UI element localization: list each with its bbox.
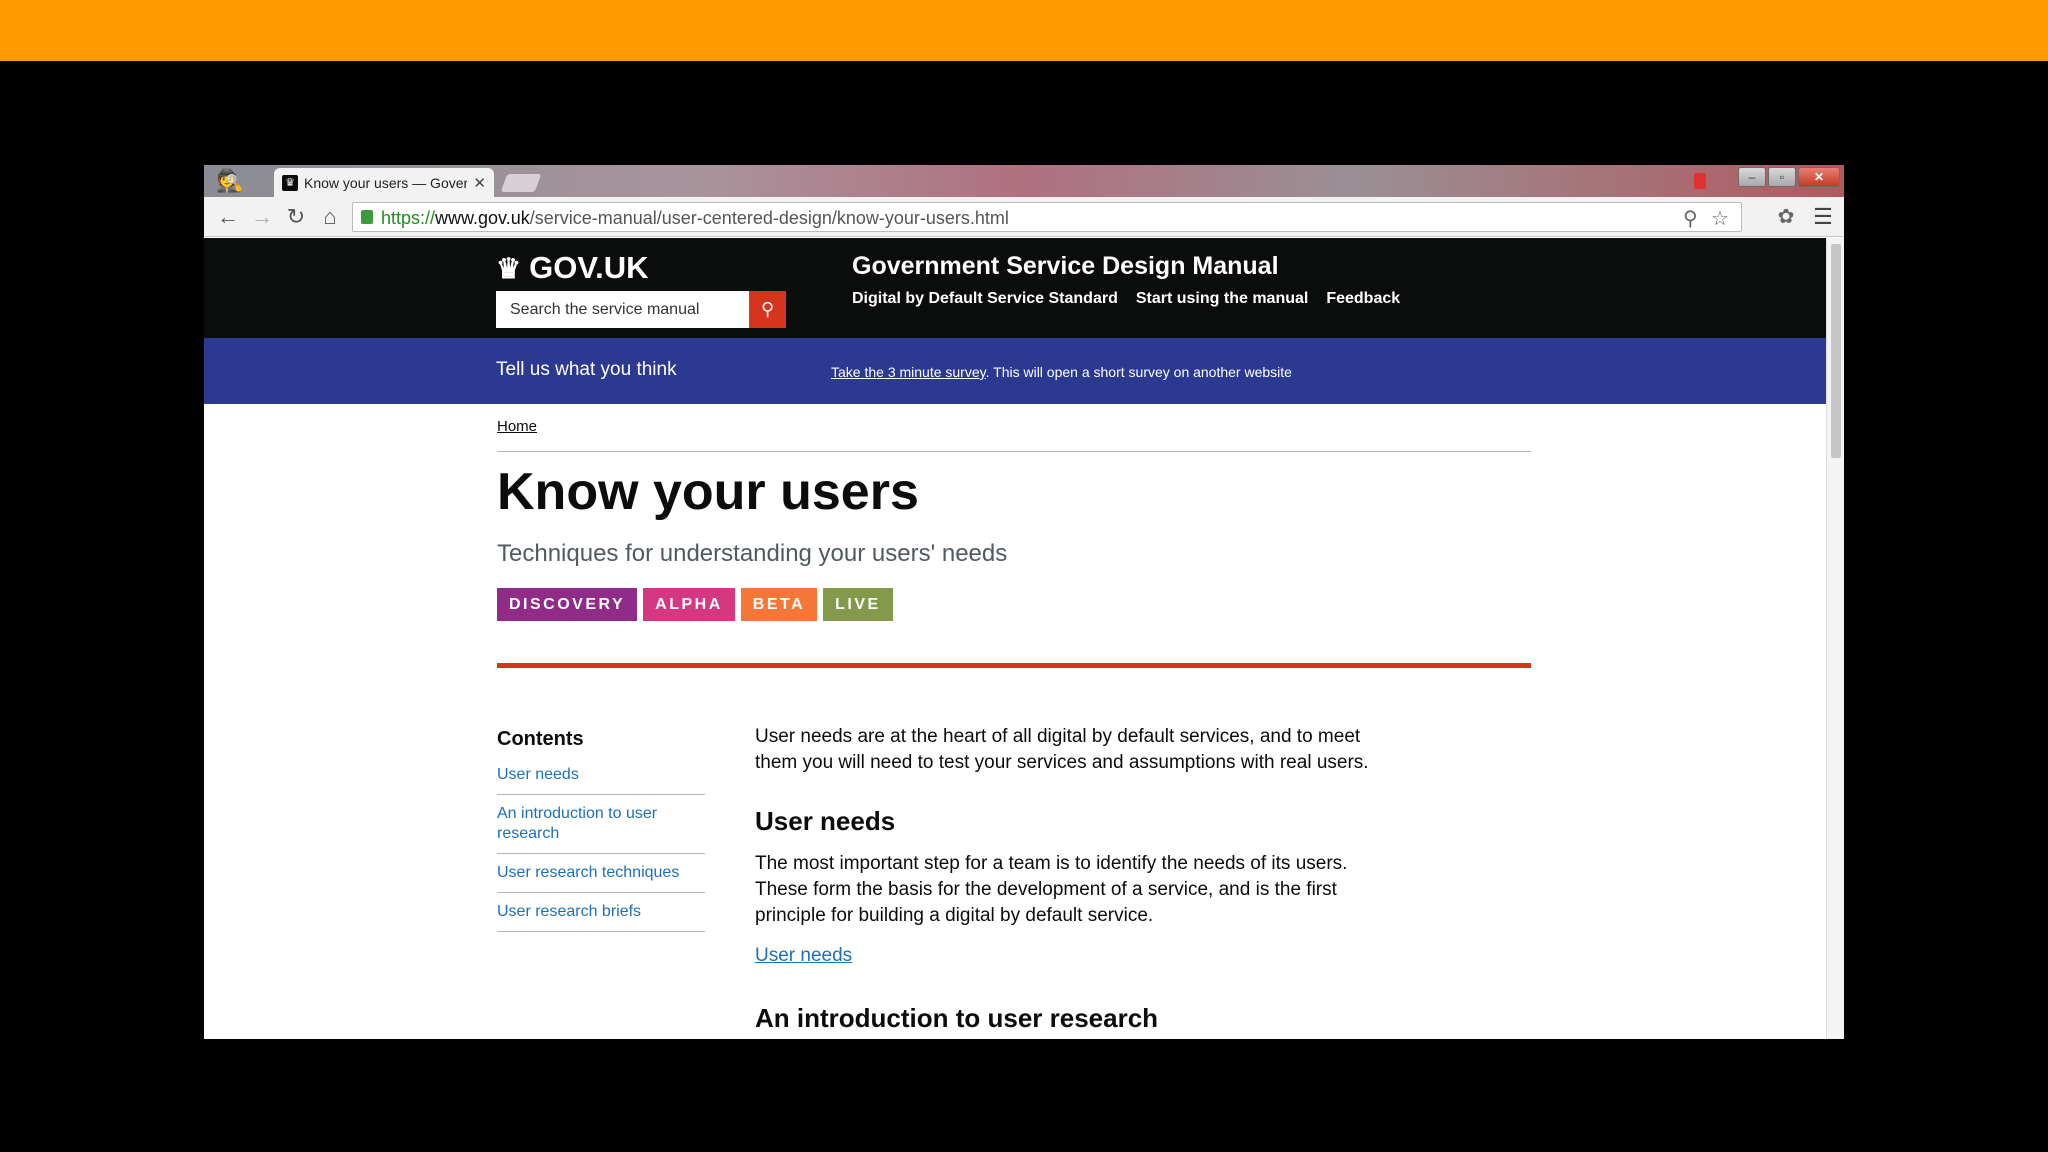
toc-item-research-briefs[interactable]: User research briefs (497, 902, 705, 932)
user-needs-heading: User needs (755, 806, 896, 836)
new-tab-button[interactable] (500, 174, 542, 192)
contents-nav: Contents User needs An introduction to u… (497, 728, 705, 941)
phase-tag-live[interactable]: LIVE (823, 588, 893, 621)
scrollbar-thumb[interactable] (1831, 244, 1841, 458)
phase-tag-beta[interactable]: BETA (740, 588, 818, 621)
header-nav: Digital by Default Service Standard Star… (852, 290, 1400, 308)
nav-link-feedback[interactable]: Feedback (1326, 290, 1400, 308)
section-divider (497, 663, 1531, 668)
main-article: User needs are at the heart of all digit… (755, 724, 1375, 1039)
toc-item-research-techniques[interactable]: User research techniques (497, 863, 705, 893)
magnifier-icon[interactable]: ⚲ (1683, 206, 1698, 231)
page-subtitle: Techniques for understanding your users'… (497, 540, 1008, 567)
breadcrumb-home[interactable]: Home (497, 418, 537, 435)
phase-tag-discovery[interactable]: DISCOVERY (497, 588, 638, 621)
nav-link-service-standard[interactable]: Digital by Default Service Standard (852, 290, 1118, 308)
toc-item-intro-research[interactable]: An introduction to user research (497, 804, 705, 854)
search-input[interactable] (496, 291, 750, 328)
back-arrow-icon[interactable]: ← (214, 203, 242, 231)
survey-text: Take the 3 minute survey. This will open… (831, 364, 1292, 380)
forward-arrow-icon[interactable]: → (248, 203, 276, 231)
lock-icon (361, 210, 373, 224)
page-title: Know your users (497, 463, 919, 521)
search-button[interactable]: ⚲ (749, 291, 786, 328)
top-banner (0, 0, 2048, 61)
tab-close-icon[interactable]: ✕ (473, 174, 486, 192)
minimize-button[interactable]: – (1738, 167, 1766, 187)
phase-tag-alpha[interactable]: ALPHA (643, 588, 735, 621)
user-needs-paragraph: The most important step for a team is to… (755, 853, 1348, 926)
browser-toolbar: ← → ↻ ⌂ https://www.gov.uk/service-manua… (204, 197, 1844, 237)
extension-icon[interactable] (1694, 173, 1706, 189)
close-window-button[interactable]: ✕ (1798, 167, 1840, 187)
nav-link-start-using[interactable]: Start using the manual (1136, 290, 1308, 308)
tab-title: Know your users — Government Service Des… (304, 174, 468, 191)
survey-banner: Tell us what you think Take the 3 minute… (204, 338, 1826, 404)
intro-paragraph: User needs are at the heart of all digit… (755, 726, 1369, 773)
incognito-icon: 🕵 (216, 168, 244, 193)
manual-title[interactable]: Government Service Design Manual (852, 252, 1279, 281)
breadcrumb-divider (497, 451, 1531, 452)
search-icon: ⚲ (760, 299, 775, 319)
govuk-header: ♛ GOV.UK ⚲ Government Service Design Man… (204, 238, 1826, 338)
tab-strip: 🕵 ♛ Know your users — Government Service… (204, 165, 1844, 197)
survey-link[interactable]: Take the 3 minute survey (831, 364, 986, 380)
url-text[interactable]: https://www.gov.uk/service-manual/user-c… (381, 208, 1009, 229)
search-form: ⚲ (496, 291, 786, 328)
survey-title: Tell us what you think (496, 359, 677, 380)
contents-heading: Contents (497, 728, 584, 750)
browser-window: 🕵 ♛ Know your users — Government Service… (204, 165, 1844, 1039)
extension-puzzle-icon[interactable]: ✿ (1772, 203, 1800, 231)
reload-icon[interactable]: ↻ (282, 203, 310, 231)
star-icon[interactable]: ☆ (1711, 206, 1729, 231)
home-icon[interactable]: ⌂ (316, 203, 344, 231)
browser-tab[interactable]: ♛ Know your users — Government Service D… (274, 168, 494, 197)
toc-item-user-needs[interactable]: User needs (497, 765, 705, 795)
address-bar[interactable]: https://www.gov.uk/service-manual/user-c… (352, 202, 1742, 232)
hamburger-menu-icon[interactable]: ☰ (1810, 203, 1836, 231)
page-scrollbar[interactable] (1826, 238, 1844, 1039)
user-needs-link[interactable]: User needs (755, 945, 852, 967)
maximize-button[interactable]: ▫ (1768, 167, 1796, 187)
phase-tags: DISCOVERY ALPHA BETA LIVE (497, 588, 893, 621)
crown-favicon-icon: ♛ (282, 174, 298, 191)
crown-icon: ♛ (496, 252, 522, 284)
page-viewport: ♛ GOV.UK ⚲ Government Service Design Man… (204, 238, 1826, 1039)
intro-research-heading: An introduction to user research (755, 1003, 1159, 1033)
govuk-logo[interactable]: ♛ GOV.UK (496, 250, 649, 286)
